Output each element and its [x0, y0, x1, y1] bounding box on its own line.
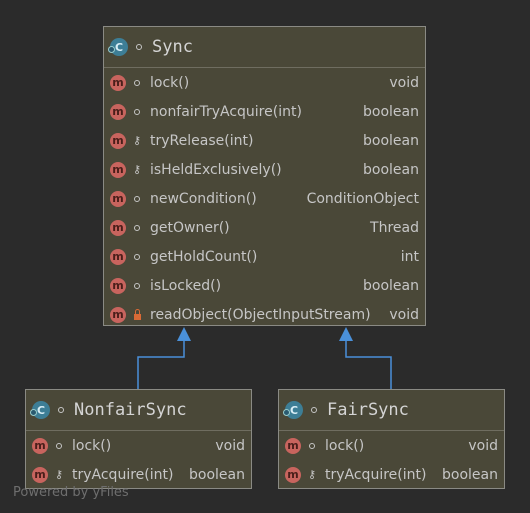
return-type: void [215, 437, 245, 454]
method-icon: m [32, 466, 48, 483]
method-name: tryAcquire(int) [325, 466, 427, 483]
class-nonfairsync[interactable]: C NonfairSync m lock() void m ⚷ tryAcqui… [25, 389, 252, 489]
edge-fairsync-to-sync [345, 340, 392, 389]
method-icon: m [110, 277, 126, 294]
method-name: getOwner() [150, 219, 230, 236]
member-row[interactable]: m ⚷ tryAcquire(int) boolean [279, 460, 504, 489]
method-name: getHoldCount() [150, 248, 258, 265]
method-icon: m [110, 248, 126, 265]
class-title: FairSync [327, 400, 409, 420]
class-header: C NonfairSync [26, 390, 251, 431]
method-name: tryRelease(int) [150, 132, 254, 149]
package-visibility-icon [58, 407, 64, 413]
package-visibility-icon [130, 108, 144, 115]
class-title: Sync [152, 37, 193, 57]
class-header: C Sync [104, 27, 425, 68]
package-visibility-icon [130, 195, 144, 202]
package-visibility-icon [311, 407, 317, 413]
method-name: newCondition() [150, 190, 257, 207]
package-visibility-icon [52, 442, 66, 449]
return-type: void [468, 437, 498, 454]
member-row[interactable]: m ⚷ isHeldExclusively() boolean [104, 155, 425, 184]
member-row[interactable]: m ⚷ tryRelease(int) boolean [104, 126, 425, 155]
method-icon: m [110, 219, 126, 236]
class-title: NonfairSync [74, 400, 187, 420]
arrowhead-nonfairsync [177, 327, 191, 341]
member-row[interactable]: m isLocked() boolean [104, 271, 425, 300]
class-header: C FairSync [279, 390, 504, 431]
edge-nonfairsync-to-sync [137, 340, 185, 389]
method-icon: m [110, 103, 126, 120]
package-visibility-icon [305, 442, 319, 449]
return-type: boolean [363, 132, 419, 149]
return-type: boolean [442, 466, 498, 483]
method-name: tryAcquire(int) [72, 466, 174, 483]
package-visibility-icon [130, 282, 144, 289]
protected-visibility-icon: ⚷ [132, 163, 142, 176]
method-icon: m [285, 466, 301, 483]
method-icon: m [110, 161, 126, 178]
method-icon: m [110, 190, 126, 207]
member-row[interactable]: m newCondition() ConditionObject [104, 184, 425, 213]
return-type: int [400, 248, 419, 265]
protected-visibility-icon: ⚷ [307, 468, 317, 481]
member-row[interactable]: m readObject(ObjectInputStream) void [104, 300, 425, 329]
class-icon: C [30, 401, 50, 419]
package-visibility-icon [130, 253, 144, 260]
class-sync[interactable]: C Sync m lock() void m nonfairTryAcquire… [103, 26, 426, 326]
package-visibility-icon [130, 79, 144, 86]
class-icon: C [108, 38, 128, 56]
private-lock-icon [130, 308, 144, 320]
member-row[interactable]: m lock() void [104, 68, 425, 97]
return-type: boolean [363, 103, 419, 120]
method-icon: m [110, 306, 126, 323]
return-type: ConditionObject [306, 190, 419, 207]
method-name: lock() [72, 437, 112, 454]
class-fairsync[interactable]: C FairSync m lock() void m ⚷ tryAcquire(… [278, 389, 505, 489]
member-row[interactable]: m getHoldCount() int [104, 242, 425, 271]
protected-visibility-icon: ⚷ [54, 468, 64, 481]
member-row[interactable]: m getOwner() Thread [104, 213, 425, 242]
return-type: boolean [189, 466, 245, 483]
protected-visibility-icon: ⚷ [132, 134, 142, 147]
return-type: Thread [370, 219, 419, 236]
member-row[interactable]: m lock() void [26, 431, 251, 460]
package-visibility-icon [130, 224, 144, 231]
class-icon: C [283, 401, 303, 419]
method-name: isLocked() [150, 277, 222, 294]
return-type: void [389, 306, 419, 323]
package-visibility-icon [136, 44, 142, 50]
method-icon: m [32, 437, 48, 454]
member-row[interactable]: m nonfairTryAcquire(int) boolean [104, 97, 425, 126]
method-name: readObject(ObjectInputStream) [150, 306, 371, 323]
return-type: void [389, 74, 419, 91]
method-name: nonfairTryAcquire(int) [150, 103, 302, 120]
method-name: lock() [325, 437, 365, 454]
yfiles-watermark: Powered by yFiles [13, 485, 129, 500]
return-type: boolean [363, 161, 419, 178]
method-icon: m [285, 437, 301, 454]
return-type: boolean [363, 277, 419, 294]
arrowhead-fairsync [339, 327, 353, 341]
method-icon: m [110, 74, 126, 91]
member-row[interactable]: m lock() void [279, 431, 504, 460]
method-name: isHeldExclusively() [150, 161, 282, 178]
method-name: lock() [150, 74, 190, 91]
method-icon: m [110, 132, 126, 149]
